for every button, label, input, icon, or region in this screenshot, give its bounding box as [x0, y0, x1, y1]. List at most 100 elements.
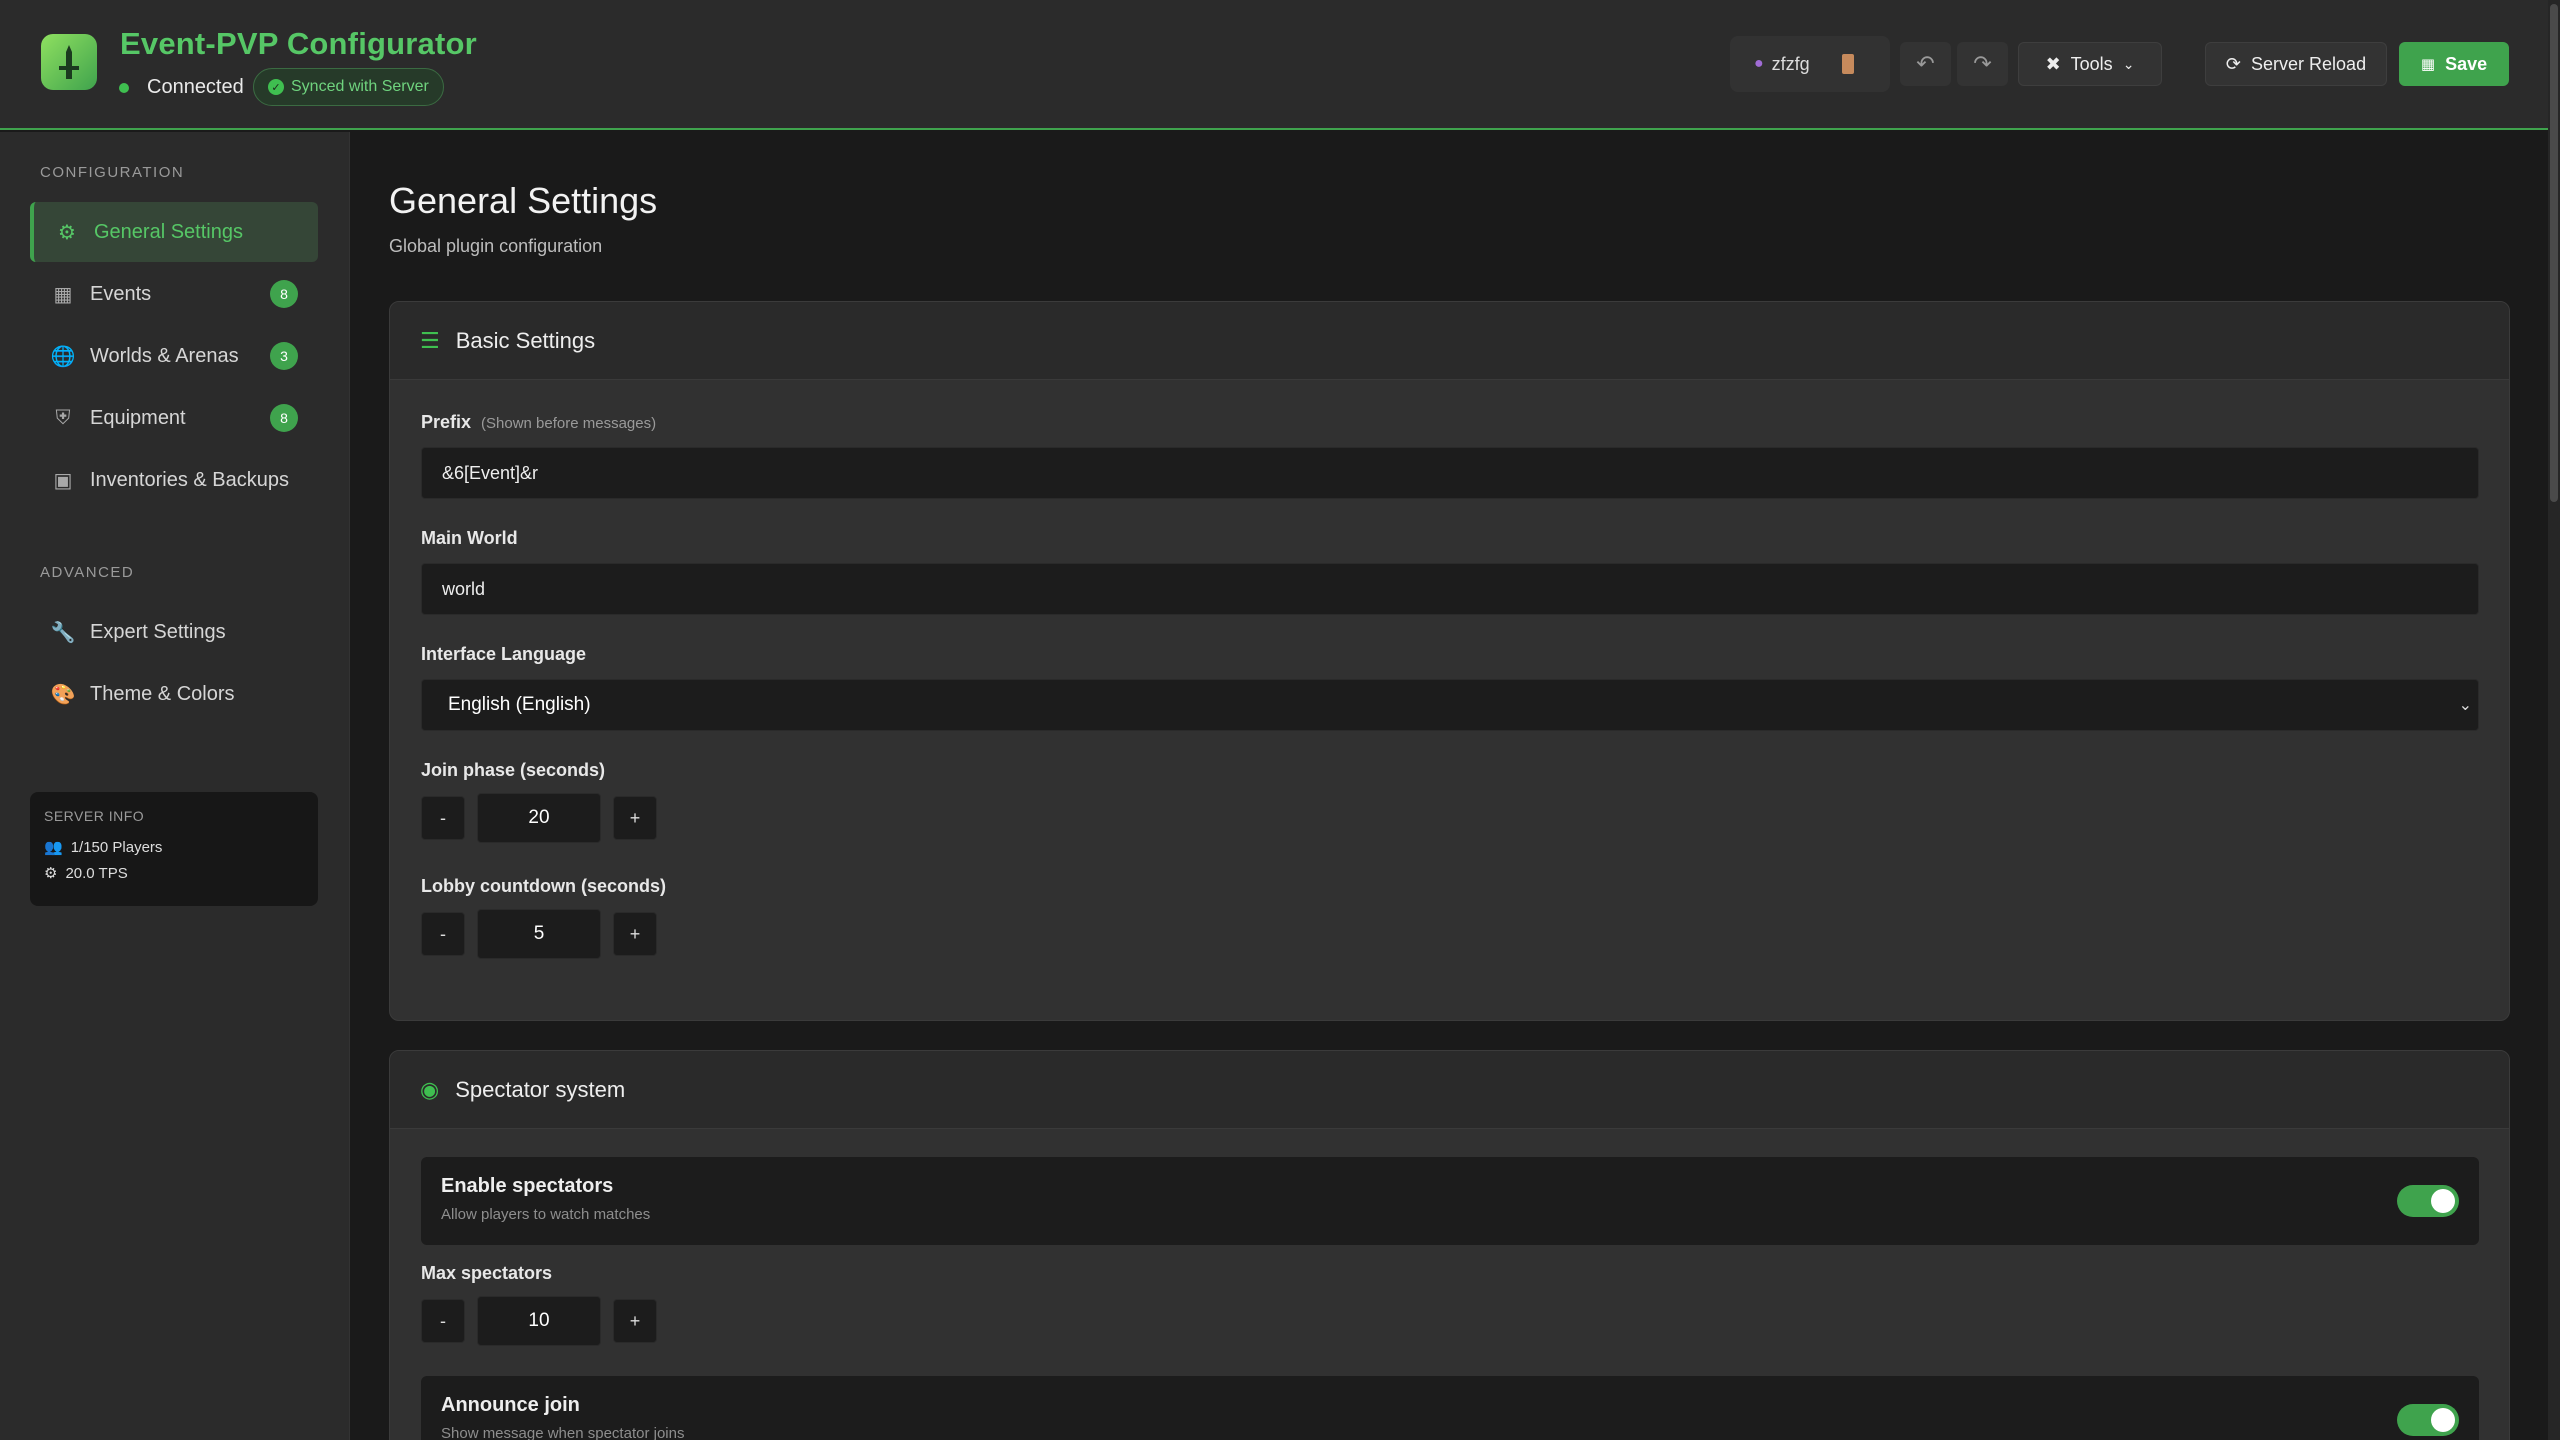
main-world-input[interactable]: world — [421, 563, 2479, 615]
redo-icon: ↷ — [1973, 51, 1992, 76]
redo-button[interactable]: ↷ — [1957, 42, 2008, 86]
count-badge: 8 — [270, 280, 298, 308]
sidebar-item-worlds-arenas[interactable]: 🌐 Worlds & Arenas 3 — [30, 326, 318, 386]
enable-spectators-title: Enable spectators — [441, 1175, 614, 1197]
sidebar-item-label: Expert Settings — [90, 620, 226, 643]
user-menu[interactable]: ● zfzfg — [1730, 36, 1890, 92]
sliders-icon: ☰ — [420, 327, 440, 353]
calendar-icon: ▦ — [53, 283, 73, 306]
count-badge: 3 — [270, 342, 298, 370]
increment-button[interactable]: + — [613, 796, 657, 840]
sync-badge: ✓ Synced with Server — [253, 68, 444, 106]
sidebar-item-label: General Settings — [94, 220, 243, 243]
page-title: General Settings — [389, 180, 658, 221]
tools-button[interactable]: ✖ Tools ⌄ — [2018, 42, 2162, 86]
sidebar-item-theme-colors[interactable]: 🎨 Theme & Colors — [30, 664, 318, 724]
sidebar-item-general-settings[interactable]: ⚙ General Settings — [30, 202, 318, 262]
max-spectators-stepper: - 10 + — [421, 1296, 657, 1346]
max-spectators-label: Max spectators — [421, 1263, 553, 1283]
page-scrollbar[interactable] — [2548, 0, 2560, 1440]
sidebar-item-label: Theme & Colors — [90, 682, 235, 705]
app-logo — [41, 34, 97, 90]
username: zfzfg — [1771, 53, 1810, 74]
prefix-label: Prefix (Shown before messages) — [421, 412, 657, 432]
history-controls: ↶ ↷ — [1900, 42, 2008, 86]
sword-icon — [59, 45, 79, 79]
enable-spectators-desc: Allow players to watch matches — [441, 1206, 651, 1223]
count-badge: 8 — [270, 404, 298, 432]
wrench-icon: 🔧 — [50, 621, 76, 644]
sidebar-item-label: Worlds & Arenas — [90, 344, 239, 367]
app-title: Event-PVP Configurator — [120, 26, 477, 61]
user-icon: ● — [1754, 55, 1764, 72]
undo-button[interactable]: ↶ — [1900, 42, 1951, 86]
join-phase-input[interactable]: 20 — [477, 793, 601, 843]
connection-dot — [119, 83, 129, 93]
sidebar-item-expert-settings[interactable]: 🔧 Expert Settings — [30, 602, 318, 662]
toggle-knob — [2431, 1189, 2455, 1213]
sidebar: CONFIGURATION ⚙ General Settings ▦ Event… — [0, 132, 350, 1440]
save-button[interactable]: ▦ Save — [2399, 42, 2509, 86]
players-row: 👥 1/150 Players — [44, 838, 304, 857]
language-label: Interface Language — [421, 644, 587, 664]
gauge-icon: ⚙ — [44, 865, 58, 882]
increment-button[interactable]: + — [613, 912, 657, 956]
prefix-input[interactable]: &6[Event]&r — [421, 447, 2479, 499]
user-role-tag — [1841, 54, 1854, 74]
section-configuration: CONFIGURATION — [40, 164, 185, 181]
join-phase-label: Join phase (seconds) — [421, 760, 606, 780]
announce-join-title: Announce join — [441, 1394, 580, 1416]
section-advanced: ADVANCED — [40, 564, 135, 581]
card-title: Spectator system — [455, 1076, 626, 1102]
decrement-button[interactable]: - — [421, 1299, 465, 1343]
reload-label: Server Reload — [2251, 53, 2367, 74]
decrement-button[interactable]: - — [421, 796, 465, 840]
lobby-countdown-stepper: - 5 + — [421, 909, 657, 959]
main-world-label: Main World — [421, 528, 518, 548]
announce-join-toggle[interactable] — [2397, 1404, 2459, 1436]
language-value: English (English) — [448, 694, 591, 715]
toggle-knob — [2431, 1408, 2455, 1432]
boxes-icon: ▣ — [53, 469, 73, 492]
max-spectators-input[interactable]: 10 — [477, 1296, 601, 1346]
sidebar-item-equipment[interactable]: ⛨ Equipment 8 — [30, 388, 318, 448]
basic-settings-card: ☰ Basic Settings Prefix (Shown before mes… — [389, 301, 2510, 1021]
chevron-down-icon: ⌄ — [2122, 55, 2135, 72]
lobby-countdown-input[interactable]: 5 — [477, 909, 601, 959]
prefix-hint: (Shown before messages) — [481, 415, 657, 432]
undo-icon: ↶ — [1916, 51, 1935, 76]
spectator-card: ◉ Spectator system Enable spectators All… — [389, 1050, 2510, 1440]
server-info-panel: SERVER INFO 👥 1/150 Players ⚙ 20.0 TPS — [30, 792, 318, 906]
chevron-down-icon: ⌄ — [2458, 697, 2472, 714]
announce-join-row: Announce join Show message when spectato… — [421, 1376, 2479, 1440]
tps-value: 20.0 TPS — [65, 864, 128, 882]
users-icon: 👥 — [44, 839, 63, 856]
refresh-icon: ⟳ — [2225, 53, 2242, 74]
tps-row: ⚙ 20.0 TPS — [44, 864, 304, 883]
card-title: Basic Settings — [455, 327, 596, 353]
sidebar-item-label: Inventories & Backups — [90, 468, 289, 491]
card-header: ☰ Basic Settings — [390, 302, 2509, 380]
decrement-button[interactable]: - — [421, 912, 465, 956]
card-header: ◉ Spectator system — [390, 1051, 2509, 1129]
sidebar-item-events[interactable]: ▦ Events 8 — [30, 264, 318, 324]
shield-icon: ⛨ — [55, 406, 71, 429]
sidebar-item-label: Equipment — [90, 406, 186, 429]
sync-label: Synced with Server — [291, 78, 429, 95]
server-reload-button[interactable]: ⟳ Server Reload — [2205, 42, 2387, 86]
lobby-countdown-label: Lobby countdown (seconds) — [421, 876, 666, 896]
language-select[interactable]: English (English) ⌄ — [421, 679, 2479, 731]
sidebar-item-inventories-backups[interactable]: ▣ Inventories & Backups — [30, 450, 318, 510]
eye-icon: ◉ — [420, 1076, 440, 1102]
floppy-icon: ▦ — [2420, 56, 2436, 73]
announce-join-desc: Show message when spectator joins — [441, 1425, 685, 1440]
palette-icon: 🎨 — [50, 683, 76, 706]
increment-button[interactable]: + — [613, 1299, 657, 1343]
gear-icon: ⚙ — [58, 221, 76, 244]
enable-spectators-row: Enable spectators Allow players to watch… — [421, 1157, 2479, 1245]
scrollbar-thumb[interactable] — [2550, 4, 2558, 502]
players-count: 1/150 Players — [70, 838, 163, 856]
app-header: Event-PVP Configurator Connected ✓ Synce… — [0, 0, 2548, 130]
save-label: Save — [2445, 53, 2488, 74]
enable-spectators-toggle[interactable] — [2397, 1185, 2459, 1217]
